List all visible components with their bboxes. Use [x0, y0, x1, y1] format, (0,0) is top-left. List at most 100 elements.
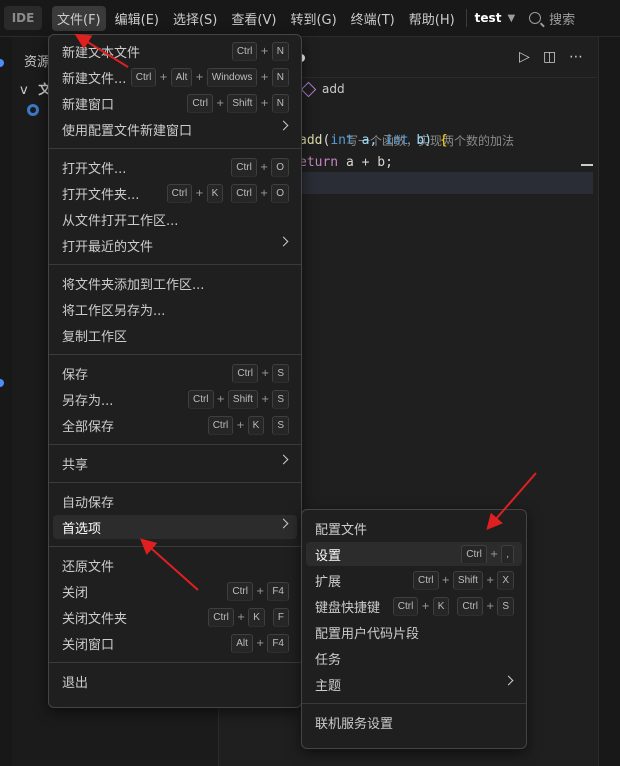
menu-item-profiles[interactable]: 配置文件 — [306, 516, 522, 540]
menu-item-open-folder[interactable]: 打开文件夹... Ctrl + K Ctrl + O — [53, 181, 297, 205]
keybinding: Ctrl + Shift + S — [187, 390, 289, 409]
key: Ctrl — [207, 416, 234, 435]
menu-item-extensions[interactable]: 扩展 Ctrl + Shift + X — [306, 568, 522, 592]
menu-item-open-file[interactable]: 打开文件... Ctrl + O — [53, 155, 297, 179]
c-file-icon[interactable] — [26, 103, 40, 117]
menu-item-auto-save[interactable]: 自动保存 — [53, 489, 297, 513]
key: Ctrl — [231, 158, 257, 177]
menu-item-settings[interactable]: 设置 Ctrl +, — [306, 542, 522, 566]
menu-separator — [49, 662, 301, 663]
menu-item-save-workspace-as[interactable]: 将工作区另存为... — [53, 297, 297, 321]
menu-item-label: 关闭文件夹 — [62, 611, 128, 627]
menu-item-user-snippets[interactable]: 配置用户代码片段 — [306, 620, 522, 644]
menu-terminal[interactable]: 终端(T) — [346, 6, 400, 31]
command-search[interactable]: 搜索 — [529, 9, 575, 28]
menu-item-themes[interactable]: 主题 — [306, 672, 522, 696]
code-token: int — [385, 133, 409, 148]
menu-go[interactable]: 转到(G) — [285, 6, 341, 31]
chevron-right-icon — [503, 675, 514, 686]
explorer-folder[interactable]: v 文 — [20, 79, 51, 98]
key: F4 — [267, 634, 289, 653]
app-badge: IDE — [4, 6, 42, 30]
key: N — [271, 94, 289, 113]
preferences-submenu: 配置文件 设置 Ctrl +, 扩展 Ctrl + Shift + X 键盘快捷键 Ctr… — [301, 509, 527, 749]
breadcrumb[interactable]: add — [300, 81, 345, 97]
menu-item-open-workspace-from-file[interactable]: 从文件打开工作区... — [53, 207, 297, 231]
menu-item-open-recent[interactable]: 打开最近的文件 — [53, 233, 297, 257]
menu-item-new-text-file[interactable]: 新建文本文件 Ctrl + N — [53, 39, 297, 63]
menu-item-label: 联机服务设置 — [315, 716, 394, 732]
menu-item-new-window[interactable]: 新建窗口 Ctrl + Shift + N — [53, 91, 297, 115]
menu-selection[interactable]: 选择(S) — [168, 6, 222, 31]
project-switcher[interactable]: test — [475, 11, 502, 25]
key: Shift — [452, 571, 483, 590]
key: Shift — [227, 390, 258, 409]
menu-item-keyboard-shortcuts[interactable]: 键盘快捷键 Ctrl + K Ctrl + S — [306, 594, 522, 618]
file-menu: 新建文本文件 Ctrl + N 新建文件... Ctrl + Alt + Windows + N… — [48, 34, 302, 708]
menu-item-label: 关闭窗口 — [62, 637, 115, 653]
menu-item-label: 打开文件夹... — [62, 187, 140, 203]
keybinding: Ctrl + Alt + Windows + N — [130, 68, 289, 87]
menu-file[interactable]: 文件(F) — [52, 5, 106, 31]
menu-item-label: 新建窗口 — [62, 97, 115, 113]
menu-item-new-window-with-profile[interactable]: 使用配置文件新建窗口 — [53, 117, 297, 141]
keybinding: Ctrl + Shift + N — [187, 94, 289, 113]
menu-item-save-all[interactable]: 全部保存 Ctrl + K S — [53, 413, 297, 437]
menu-item-share[interactable]: 共享 — [53, 451, 297, 475]
key: Ctrl — [457, 597, 483, 616]
key: F — [272, 608, 289, 627]
menu-item-save-as[interactable]: 另存为... Ctrl + Shift + S — [53, 387, 297, 411]
key: Alt — [170, 68, 193, 87]
menu-item-label: 打开文件... — [62, 161, 127, 177]
keybinding: Ctrl + S — [232, 364, 289, 383]
more-icon[interactable]: ⋯ — [569, 49, 583, 65]
menu-item-close-window[interactable]: 关闭窗口 Alt + F4 — [53, 631, 297, 655]
menubar: IDE 文件(F) 编辑(E) 选择(S) 查看(V) 转到(G) 终端(T) … — [0, 0, 620, 37]
split-editor-icon[interactable]: ◫ — [543, 49, 556, 65]
keybinding: Ctrl +, — [461, 545, 514, 564]
run-icon[interactable]: ▷ — [519, 49, 530, 65]
menu-item-label: 另存为... — [62, 393, 114, 409]
menu-item-label: 保存 — [62, 367, 89, 383]
menu-item-add-folder-to-workspace[interactable]: 将文件夹添加到工作区... — [53, 271, 297, 295]
menu-item-exit[interactable]: 退出 — [53, 669, 297, 693]
key: Alt — [231, 634, 253, 653]
menubar-divider — [465, 9, 467, 27]
chevron-right-icon — [278, 236, 289, 247]
menu-separator — [49, 444, 301, 445]
menu-item-close[interactable]: 关闭 Ctrl + F4 — [53, 579, 297, 603]
code-token: int — [330, 133, 354, 148]
key: S — [272, 390, 289, 409]
menu-view[interactable]: 查看(V) — [226, 6, 281, 31]
menu-item-new-file[interactable]: 新建文件... Ctrl + Alt + Windows + N — [53, 65, 297, 89]
chevron-down-icon: v — [20, 83, 28, 98]
menu-item-close-folder[interactable]: 关闭文件夹 Ctrl + K F — [53, 605, 297, 629]
key: K — [206, 184, 224, 203]
menu-item-online-services-settings[interactable]: 联机服务设置 — [306, 710, 522, 734]
menu-item-duplicate-workspace[interactable]: 复制工作区 — [53, 323, 297, 347]
menu-item-label: 退出 — [62, 675, 89, 691]
key: Ctrl — [187, 390, 214, 409]
menu-item-revert-file[interactable]: 还原文件 — [53, 553, 297, 577]
key: Ctrl — [231, 184, 257, 203]
menu-item-label: 首选项 — [62, 521, 102, 537]
key: Ctrl — [231, 42, 258, 61]
menu-separator — [49, 354, 301, 355]
menu-item-preferences[interactable]: 首选项 — [53, 515, 297, 539]
activity-badge-icon[interactable] — [0, 379, 4, 387]
chevron-down-icon[interactable]: ▼ — [507, 13, 515, 24]
secondary-panel — [598, 37, 620, 766]
menu-item-tasks[interactable]: 任务 — [306, 646, 522, 670]
key: K — [248, 608, 265, 627]
menu-item-save[interactable]: 保存 Ctrl + S — [53, 361, 297, 385]
code-token: { — [439, 133, 448, 148]
menu-help[interactable]: 帮助(H) — [404, 6, 460, 31]
menu-item-label: 设置 — [315, 548, 342, 564]
key: Ctrl — [392, 597, 419, 616]
key: S — [272, 364, 289, 383]
menu-edit[interactable]: 编辑(E) — [110, 6, 164, 31]
menu-item-label: 复制工作区 — [62, 329, 128, 345]
code-token: eturn — [299, 155, 339, 170]
code-line: add(int a, int b) { — [299, 130, 448, 152]
code-token: add — [299, 133, 323, 148]
